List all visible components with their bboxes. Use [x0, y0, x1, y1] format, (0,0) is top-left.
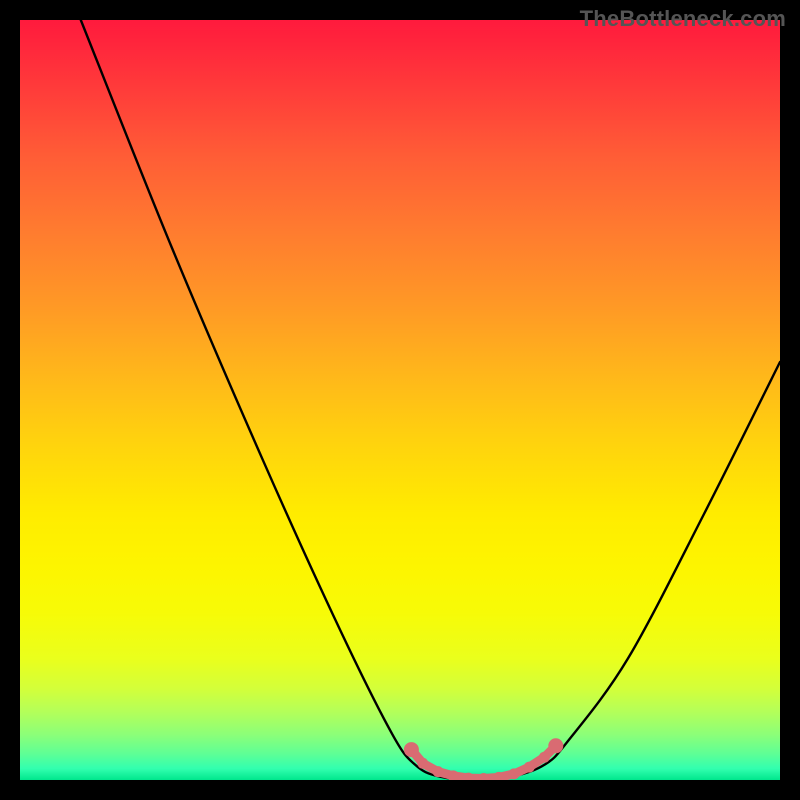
optimal-zone-marker	[404, 742, 419, 757]
marker-layer	[20, 20, 780, 780]
optimal-zone-marker	[539, 752, 550, 763]
watermark-text: TheBottleneck.com	[580, 6, 786, 32]
optimal-zone-markers	[404, 738, 563, 780]
plot-area	[20, 20, 780, 780]
optimal-zone-marker	[433, 766, 444, 777]
optimal-zone-marker	[524, 762, 535, 773]
optimal-zone-marker	[548, 738, 563, 753]
optimal-zone-marker	[417, 758, 428, 769]
bottleneck-chart: TheBottleneck.com	[0, 0, 800, 800]
optimal-zone-marker	[509, 768, 520, 779]
